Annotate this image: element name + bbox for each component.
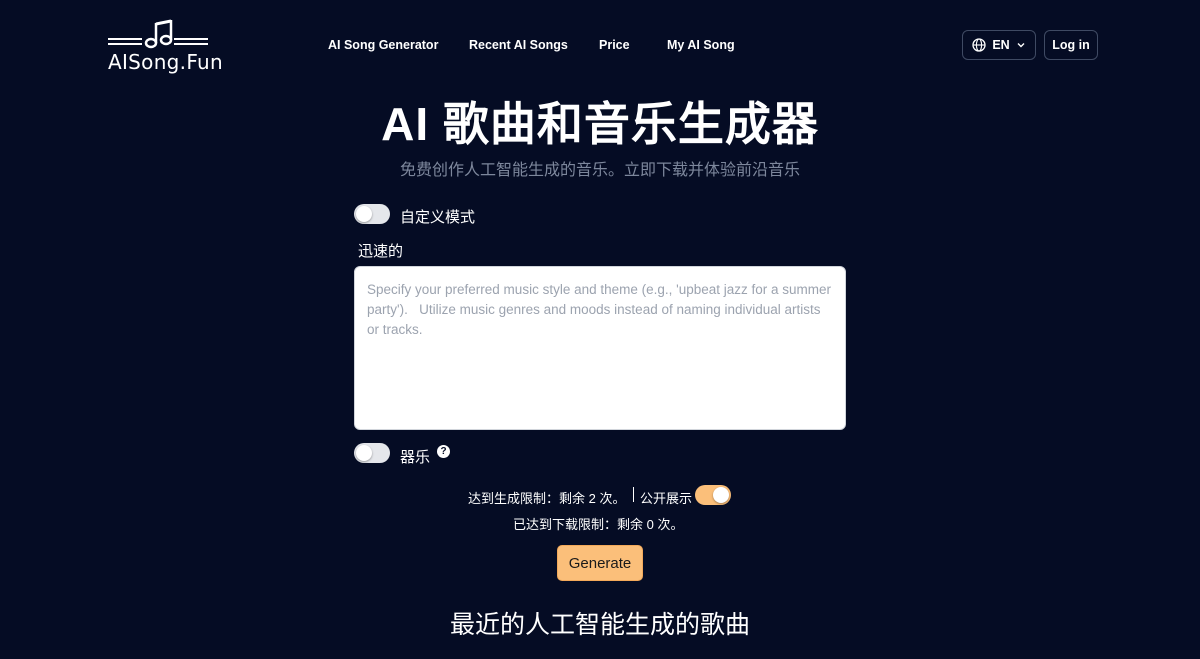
- generate-limit-text: 达到生成限制：剩余 2 次。: [468, 491, 626, 506]
- toggle-knob: [356, 206, 372, 222]
- custom-mode-label: 自定义模式: [400, 209, 476, 226]
- public-display-label: 公开展示: [640, 491, 693, 506]
- language-code: EN: [992, 38, 1010, 52]
- page-subtitle: 免费创作人工智能生成的音乐。立即下载并体验前沿音乐: [399, 162, 800, 179]
- globe-icon: [972, 38, 986, 52]
- prompt-label: 迅速的: [358, 243, 404, 260]
- language-selector[interactable]: EN: [962, 30, 1036, 60]
- toggle-knob: [713, 487, 729, 503]
- public-display-toggle[interactable]: [695, 485, 731, 505]
- toggle-knob: [356, 445, 372, 461]
- nav-my-ai-song[interactable]: My AI Song: [667, 38, 735, 52]
- login-button[interactable]: Log in: [1044, 30, 1098, 60]
- recent-songs-title: 最近的人工智能生成的歌曲: [449, 611, 750, 639]
- divider: [633, 487, 634, 502]
- nav-ai-song-generator[interactable]: AI Song Generator: [328, 38, 438, 52]
- prompt-container: [354, 266, 846, 430]
- page-title: AI 歌曲和音乐生成器: [381, 98, 819, 150]
- instrumental-label: 器乐: [400, 449, 431, 466]
- nav-recent-ai-songs[interactable]: Recent AI Songs: [469, 38, 568, 52]
- instrumental-toggle[interactable]: [354, 443, 390, 463]
- question-circle-icon[interactable]: ?: [437, 445, 450, 458]
- download-limit-text: 已达到下载限制：剩余 0 次。: [513, 517, 684, 532]
- generate-button[interactable]: Generate: [557, 545, 643, 581]
- custom-mode-toggle[interactable]: [354, 204, 390, 224]
- prompt-textarea[interactable]: [355, 267, 845, 429]
- nav-price[interactable]: Price: [599, 38, 630, 52]
- chevron-down-icon: [1017, 43, 1025, 48]
